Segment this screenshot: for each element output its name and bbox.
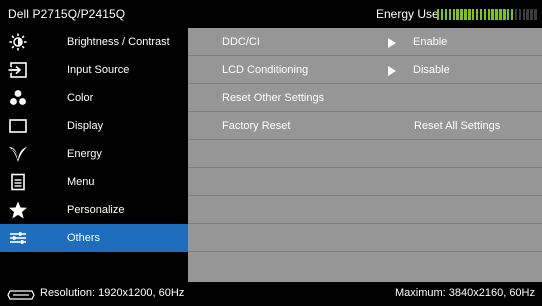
energy-meter-segment	[452, 9, 455, 20]
energy-meter-segment	[468, 9, 471, 20]
energy-meter-segment	[495, 9, 498, 20]
energy-icon	[9, 147, 27, 162]
empty-row	[188, 196, 542, 224]
sidebar-item-menu[interactable]: Menu	[0, 168, 188, 196]
setting-value: Disable	[413, 64, 450, 76]
setting-row-factory-reset[interactable]: Factory Reset Reset All Settings	[188, 112, 542, 140]
input-source-icon	[8, 62, 27, 78]
energy-meter-segment	[503, 9, 506, 20]
sidebar-item-label: Menu	[67, 176, 95, 188]
model-name: Dell P2715Q/P2415Q	[8, 7, 126, 21]
energy-meter-segment	[475, 9, 479, 20]
energy-meter-segment	[483, 9, 487, 20]
sidebar-item-others[interactable]: Others	[0, 224, 188, 252]
setting-row-reset-other-settings[interactable]: Reset Other Settings	[188, 84, 542, 112]
color-icon	[10, 90, 26, 105]
energy-meter-segment	[499, 9, 502, 20]
setting-value: Reset All Settings	[414, 120, 501, 132]
title-bar: Dell P2715Q/P2415Q Energy Use	[0, 0, 542, 28]
main-menu-sidebar: Brightness / Contrast Input Source Color	[0, 28, 188, 282]
current-resolution: Resolution: 1920x1200, 60Hz	[40, 287, 185, 299]
setting-row-lcd-conditioning[interactable]: LCD Conditioning Disable	[188, 56, 542, 84]
energy-meter-segment	[440, 9, 444, 20]
display-icon	[9, 119, 27, 133]
menu-icon	[11, 173, 25, 191]
arrow-right-icon	[388, 38, 396, 48]
empty-row	[188, 168, 542, 196]
sidebar-item-label: Brightness / Contrast	[67, 36, 170, 48]
empty-row	[188, 140, 542, 168]
energy-meter-segment	[444, 9, 448, 20]
setting-label: Reset Other Settings	[222, 92, 325, 104]
resolution-icon	[7, 290, 35, 300]
energy-meter-segment	[510, 9, 514, 20]
setting-label: DDC/CI	[222, 36, 260, 48]
setting-label: Factory Reset	[222, 120, 291, 132]
empty-row	[188, 224, 542, 252]
sidebar-item-label: Color	[67, 92, 94, 104]
energy-use-meter	[437, 9, 538, 20]
sidebar-item-label: Input Source	[67, 64, 130, 76]
sidebar-item-label: Personalize	[67, 204, 125, 216]
monitor-osd: Dell P2715Q/P2415Q Energy Use Brightness…	[0, 0, 542, 306]
setting-row-ddc-ci[interactable]: DDC/CI Enable	[188, 28, 542, 56]
energy-meter-segment	[472, 9, 475, 20]
sidebar-item-display[interactable]: Display	[0, 112, 188, 140]
sidebar-item-label: Display	[67, 120, 104, 132]
energy-meter-segment	[460, 9, 463, 20]
energy-meter-segment	[487, 9, 490, 20]
sidebar-item-label: Energy	[67, 148, 102, 160]
maximum-resolution: Maximum: 3840x2160, 60Hz	[394, 287, 535, 299]
empty-row	[188, 252, 542, 282]
energy-use-label: Energy Use	[376, 7, 439, 21]
energy-meter-segment	[530, 9, 533, 20]
sidebar-item-label: Others	[67, 232, 101, 244]
sidebar-item-color[interactable]: Color	[0, 84, 188, 112]
energy-meter-segment	[479, 9, 483, 20]
energy-meter-segment	[518, 9, 522, 20]
sidebar-item-input-source[interactable]: Input Source	[0, 56, 188, 84]
energy-meter-segment	[448, 9, 452, 20]
energy-meter-segment	[464, 9, 467, 20]
energy-meter-segment	[507, 9, 510, 20]
setting-label: LCD Conditioning	[222, 64, 309, 76]
sidebar-item-brightness-contrast[interactable]: Brightness / Contrast	[0, 28, 188, 56]
energy-meter-segment	[522, 9, 525, 20]
energy-meter-segment	[456, 9, 459, 20]
brightness-icon	[9, 33, 27, 51]
submenu-panel: DDC/CI Enable LCD Conditioning Disable R…	[188, 28, 542, 282]
energy-meter-segment	[514, 9, 518, 20]
arrow-right-icon	[388, 66, 396, 76]
status-bar: Resolution: 1920x1200, 60Hz Maximum: 384…	[0, 282, 542, 306]
others-icon	[10, 232, 26, 244]
sidebar-item-personalize[interactable]: Personalize	[0, 196, 188, 224]
energy-meter-segment	[491, 9, 494, 20]
energy-meter-segment	[526, 9, 529, 20]
energy-meter-segment	[534, 9, 537, 20]
star-icon	[9, 201, 27, 219]
energy-meter-segment	[437, 9, 440, 20]
sidebar-item-energy[interactable]: Energy	[0, 140, 188, 168]
setting-value: Enable	[413, 36, 448, 48]
